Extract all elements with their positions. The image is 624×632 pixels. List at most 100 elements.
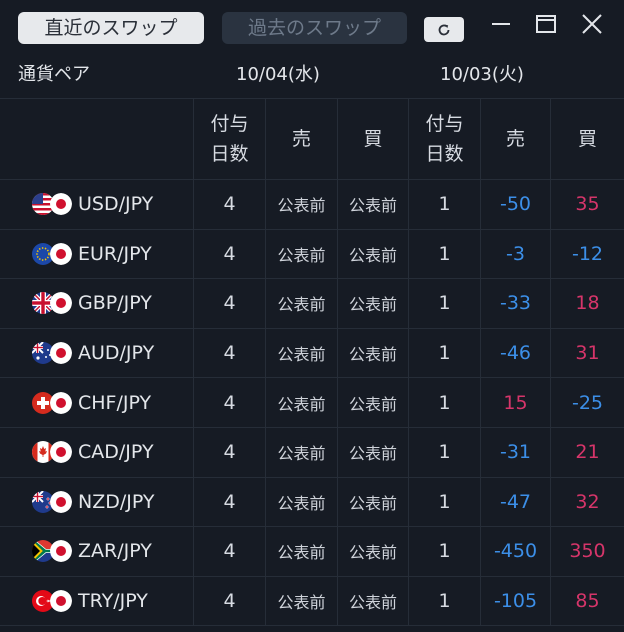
pair-name: CAD/JPY: [78, 441, 154, 464]
buy-2: 85: [550, 576, 624, 626]
header-days-1: 付与 日数: [193, 99, 265, 179]
buy-1: 公表前: [337, 378, 408, 427]
pair-name: EUR/JPY: [78, 242, 152, 265]
pair-cell: CHF/JPY: [0, 378, 193, 427]
buy-2: 35: [550, 180, 624, 229]
refresh-button[interactable]: [424, 17, 464, 42]
buy-1: 公表前: [337, 229, 408, 279]
days-2: 1: [408, 180, 480, 229]
close-button[interactable]: [578, 10, 606, 38]
days-2: 1: [408, 378, 480, 427]
buy-2: 32: [550, 477, 624, 527]
sell-1: 公表前: [265, 229, 337, 279]
days-1: 4: [193, 180, 265, 229]
header-days-line2: 日数: [210, 143, 249, 165]
header-buy-1: 買: [337, 99, 408, 179]
pair-flags: [32, 441, 74, 464]
pair-flags: [32, 490, 74, 513]
minimize-button[interactable]: [487, 10, 515, 38]
buy-2: 31: [550, 328, 624, 378]
buy-1: 公表前: [337, 576, 408, 626]
days-1: 4: [193, 229, 265, 279]
table-row: AUD/JPY 4 公表前 公表前 1 -46 31: [0, 328, 624, 379]
jp-flag-icon: [50, 292, 72, 315]
pair-name: ZAR/JPY: [78, 540, 152, 563]
currency-pair: CAD/JPY: [0, 441, 154, 464]
days-1: 4: [193, 427, 265, 477]
jp-flag-icon: [50, 490, 72, 513]
jp-flag-icon: [50, 242, 72, 265]
tab-past-swap[interactable]: 過去のスワップ: [222, 12, 407, 44]
jp-flag-icon: [50, 193, 72, 216]
currency-pair: ZAR/JPY: [0, 540, 152, 563]
header-days-line1: 付与: [210, 113, 249, 135]
currency-pair: EUR/JPY: [0, 242, 152, 265]
maximize-icon: [536, 15, 556, 33]
pair-cell: AUD/JPY: [0, 329, 193, 378]
sell-1: 公表前: [265, 427, 337, 477]
buy-1: 公表前: [337, 180, 408, 229]
refresh-icon: [438, 24, 450, 35]
buy-1: 公表前: [337, 427, 408, 477]
pair-flags: [32, 391, 74, 414]
buy-2: 350: [550, 527, 624, 576]
sell-1: 公表前: [265, 180, 337, 229]
close-icon: [582, 14, 602, 34]
buy-1: 公表前: [337, 477, 408, 527]
sell-1: 公表前: [265, 378, 337, 427]
days-2: 1: [408, 229, 480, 279]
currency-pair: CHF/JPY: [0, 391, 151, 414]
jp-flag-icon: [50, 590, 72, 613]
sell-1: 公表前: [265, 328, 337, 378]
table-row: GBP/JPY 4 公表前 公表前 1 -33 18: [0, 279, 624, 329]
table-row: USD/JPY 4 公表前 公表前 1 -50 35: [0, 180, 624, 230]
currency-pair: GBP/JPY: [0, 292, 152, 315]
table-row: TRY/JPY 4 公表前 公表前 1 -105 85: [0, 576, 624, 627]
days-2: 1: [408, 576, 480, 626]
days-1: 4: [193, 576, 265, 626]
maximize-button[interactable]: [532, 10, 560, 38]
currency-pair: USD/JPY: [0, 193, 153, 216]
table-row: NZD/JPY 4 公表前 公表前 1 -47 32: [0, 477, 624, 528]
sell-2: 15: [480, 378, 550, 427]
header-buy-2: 買: [550, 99, 624, 179]
jp-flag-icon: [50, 342, 72, 365]
sell-2: -3: [480, 229, 550, 279]
jp-flag-icon: [50, 441, 72, 464]
pair-name: NZD/JPY: [78, 490, 155, 513]
pair-flags: [32, 292, 74, 315]
days-2: 1: [408, 328, 480, 378]
sell-2: -47: [480, 477, 550, 527]
sell-1: 公表前: [265, 279, 337, 328]
buy-1: 公表前: [337, 279, 408, 328]
pair-flags: [32, 590, 74, 613]
pair-cell: EUR/JPY: [0, 230, 193, 279]
header-days-line2: 日数: [425, 143, 464, 165]
header-days-line1: 付与: [425, 113, 464, 135]
header-sell-1: 売: [265, 99, 337, 179]
pair-flags: [32, 342, 74, 365]
pair-cell: NZD/JPY: [0, 478, 193, 527]
header-sell-2: 売: [480, 99, 550, 179]
days-1: 4: [193, 279, 265, 328]
date-2-label: 10/03(火): [440, 64, 524, 85]
days-1: 4: [193, 378, 265, 427]
table-row: CAD/JPY 4 公表前 公表前 1 -31 21: [0, 427, 624, 478]
days-2: 1: [408, 527, 480, 576]
sell-2: -31: [480, 427, 550, 477]
sell-2: -33: [480, 279, 550, 328]
sell-1: 公表前: [265, 477, 337, 527]
swap-table: 付与 日数 売 買 付与 日数 売 買 USD/JPY 4 公表前 公表前 1 -50 35 EU…: [0, 98, 624, 627]
days-2: 1: [408, 279, 480, 328]
table-row: EUR/JPY 4 公表前 公表前 1 -3 -12: [0, 229, 624, 280]
currency-pair: AUD/JPY: [0, 342, 154, 365]
buy-2: 21: [550, 427, 624, 477]
minimize-icon: [492, 23, 510, 25]
pair-name: GBP/JPY: [78, 292, 152, 315]
pair-cell: TRY/JPY: [0, 577, 193, 626]
buy-2: -12: [550, 229, 624, 279]
pair-cell: ZAR/JPY: [0, 527, 193, 576]
table-row: CHF/JPY 4 公表前 公表前 1 15 -25: [0, 378, 624, 428]
tab-recent-swap[interactable]: 直近のスワップ: [18, 12, 204, 44]
jp-flag-icon: [50, 391, 72, 414]
